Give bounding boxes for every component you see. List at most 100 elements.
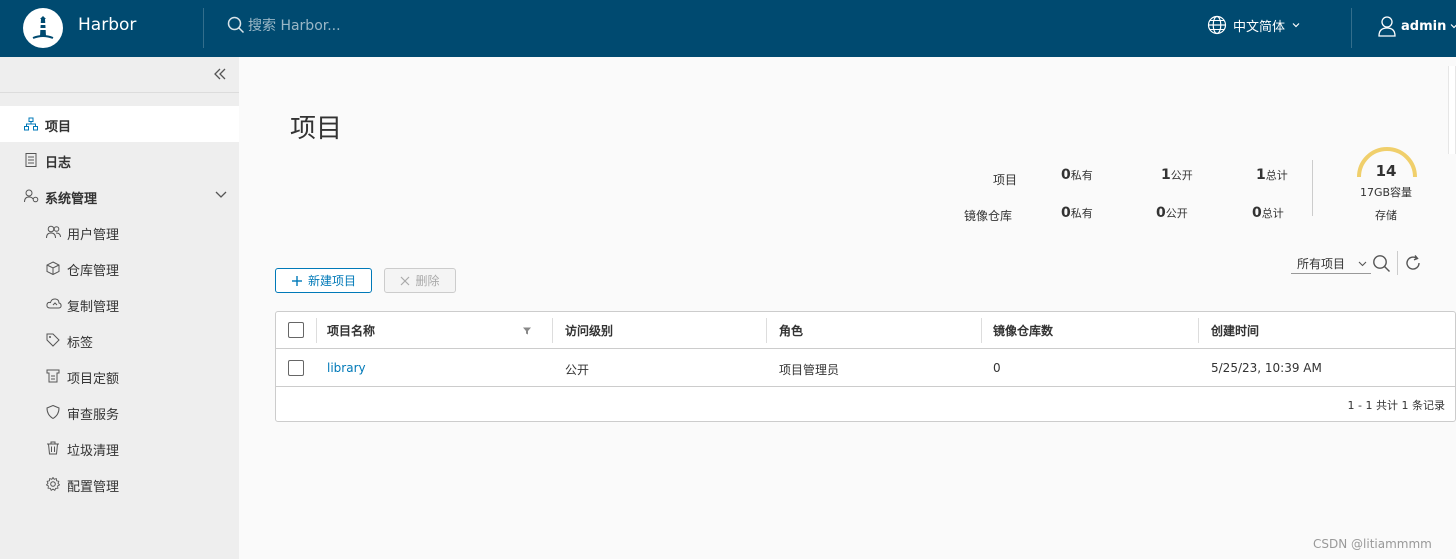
project-name-link[interactable]: library	[327, 361, 366, 375]
repos-public-stat: 0公开	[1156, 205, 1188, 221]
gear-icon	[46, 477, 60, 491]
delete-button[interactable]: 删除	[384, 268, 456, 293]
language-selector[interactable]: 中文简体	[1207, 15, 1301, 35]
tag-icon	[46, 333, 60, 347]
plus-icon	[291, 275, 302, 286]
sidebar-item-gc[interactable]: 垃圾清理	[0, 430, 239, 466]
sidebar-item-label: 项目	[45, 120, 72, 135]
filter-selected: 所有项目	[1297, 257, 1346, 271]
stats-repos-label: 镜像仓库	[964, 209, 1013, 223]
storage-capacity: 17GB容量	[1359, 186, 1413, 199]
column-header-created[interactable]: 创建时间	[1211, 322, 1259, 339]
page-title: 项目	[290, 114, 343, 144]
projects-public-stat: 1公开	[1161, 167, 1193, 183]
users-icon	[46, 225, 61, 239]
projects-private-stat: 0私有	[1061, 167, 1093, 183]
header-divider	[203, 8, 204, 48]
system-admin-icon	[24, 189, 39, 203]
close-icon	[401, 276, 410, 285]
storage-label: 存储	[1375, 209, 1397, 222]
column-divider	[316, 318, 317, 343]
select-all-checkbox[interactable]	[288, 322, 304, 338]
chevron-down-icon	[1292, 23, 1300, 28]
sidebar-item-label: 项目定额	[67, 372, 120, 387]
search-icon	[227, 16, 245, 34]
repos-private-stat: 0私有	[1061, 205, 1093, 221]
sidebar-item-registries[interactable]: 仓库管理	[0, 250, 239, 286]
column-divider	[766, 318, 767, 343]
project-tree-icon	[24, 117, 38, 131]
sidebar-item-interrogation[interactable]: 审查服务	[0, 394, 239, 430]
language-label: 中文简体	[1233, 19, 1286, 35]
sidebar-item-label: 配置管理	[67, 480, 120, 495]
box-icon	[46, 261, 60, 275]
project-repo-count-cell: 0	[993, 361, 1001, 375]
tool-divider	[1397, 251, 1398, 275]
column-header-access[interactable]: 访问级别	[565, 322, 613, 339]
refresh-icon	[1406, 255, 1420, 270]
sidebar-item-labels[interactable]: 标签	[0, 322, 239, 358]
sidebar-divider	[0, 92, 239, 93]
user-menu[interactable]: admin	[1377, 15, 1456, 37]
globe-icon	[1207, 15, 1227, 35]
stats-projects-label: 项目	[993, 173, 1018, 187]
new-project-label: 新建项目	[307, 274, 356, 288]
sidebar-item-projects[interactable]: 项目	[0, 106, 239, 142]
watermark: CSDN @litiammmm	[1313, 537, 1432, 551]
sidebar-item-quotas[interactable]: 项目定额	[0, 358, 239, 394]
sidebar-item-label: 垃圾清理	[67, 444, 120, 459]
column-header-repo-count[interactable]: 镜像仓库数	[993, 322, 1053, 339]
repos-total-stat: 0总计	[1252, 205, 1284, 221]
scrollbar[interactable]	[1448, 66, 1456, 154]
project-role-cell: 项目管理员	[779, 363, 840, 377]
sidebar-item-label: 系统管理	[45, 192, 98, 207]
refresh-button[interactable]	[1404, 254, 1422, 276]
sidebar-item-label: 标签	[67, 336, 94, 351]
new-project-button[interactable]: 新建项目	[275, 268, 372, 293]
search-placeholder: 搜索 Harbor...	[248, 18, 341, 34]
chevron-down-icon	[1358, 261, 1367, 266]
header-divider	[1351, 8, 1352, 48]
table-header: 项目名称 访问级别 角色 镜像仓库数 创建时间	[276, 312, 1455, 349]
chevron-down-icon	[1450, 24, 1456, 29]
sidebar: 项目 日志 系统管理 用户管理 仓库管理 复制管理 标签 项目定额 审查服务 垃…	[0, 57, 239, 559]
app-name[interactable]: Harbor	[78, 15, 136, 35]
project-access-cell: 公开	[565, 363, 590, 377]
sidebar-item-logs[interactable]: 日志	[0, 142, 239, 178]
username: admin	[1401, 18, 1447, 34]
top-header: Harbor 搜索 Harbor... 中文简体 admin	[0, 0, 1456, 57]
projects-total-stat: 1总计	[1256, 167, 1288, 183]
shield-icon	[46, 405, 60, 419]
storage-gauge-number: 14	[1375, 162, 1397, 180]
column-divider	[1198, 318, 1199, 343]
column-header-name[interactable]: 项目名称	[327, 322, 375, 339]
sidebar-item-users[interactable]: 用户管理	[0, 214, 239, 250]
user-avatar-icon	[1378, 16, 1396, 37]
stats-divider	[1312, 160, 1313, 216]
project-filter-select[interactable]: 所有项目	[1291, 254, 1371, 274]
column-header-role[interactable]: 角色	[779, 322, 803, 339]
filter-icon[interactable]	[522, 326, 532, 336]
column-divider	[552, 318, 553, 343]
cloud-sync-icon	[46, 298, 62, 309]
harbor-logo[interactable]	[23, 8, 63, 48]
double-chevron-left-icon	[214, 68, 226, 80]
quota-icon	[46, 369, 60, 383]
collapse-sidebar-button[interactable]	[212, 66, 228, 86]
sidebar-item-label: 日志	[45, 156, 72, 171]
sidebar-item-system-admin[interactable]: 系统管理	[0, 178, 239, 214]
pagination-summary: 1 - 1 共计 1 条记录	[1347, 399, 1445, 412]
trash-icon	[47, 441, 59, 455]
table-row[interactable]: library 公开 项目管理员 0 5/25/23, 10:39 AM	[276, 349, 1455, 387]
log-document-icon	[25, 153, 37, 167]
project-created-cell: 5/25/23, 10:39 AM	[1211, 361, 1322, 375]
sidebar-item-replications[interactable]: 复制管理	[0, 286, 239, 322]
table-search-button[interactable]	[1372, 254, 1391, 277]
projects-table: 项目名称 访问级别 角色 镜像仓库数 创建时间 library 公开 项目管理员…	[275, 311, 1456, 422]
row-checkbox[interactable]	[288, 360, 304, 376]
sidebar-item-label: 复制管理	[67, 300, 120, 315]
sidebar-item-config[interactable]: 配置管理	[0, 466, 239, 502]
sidebar-item-label: 用户管理	[67, 228, 120, 243]
global-search[interactable]: 搜索 Harbor...	[227, 15, 341, 35]
lighthouse-icon	[32, 16, 54, 39]
